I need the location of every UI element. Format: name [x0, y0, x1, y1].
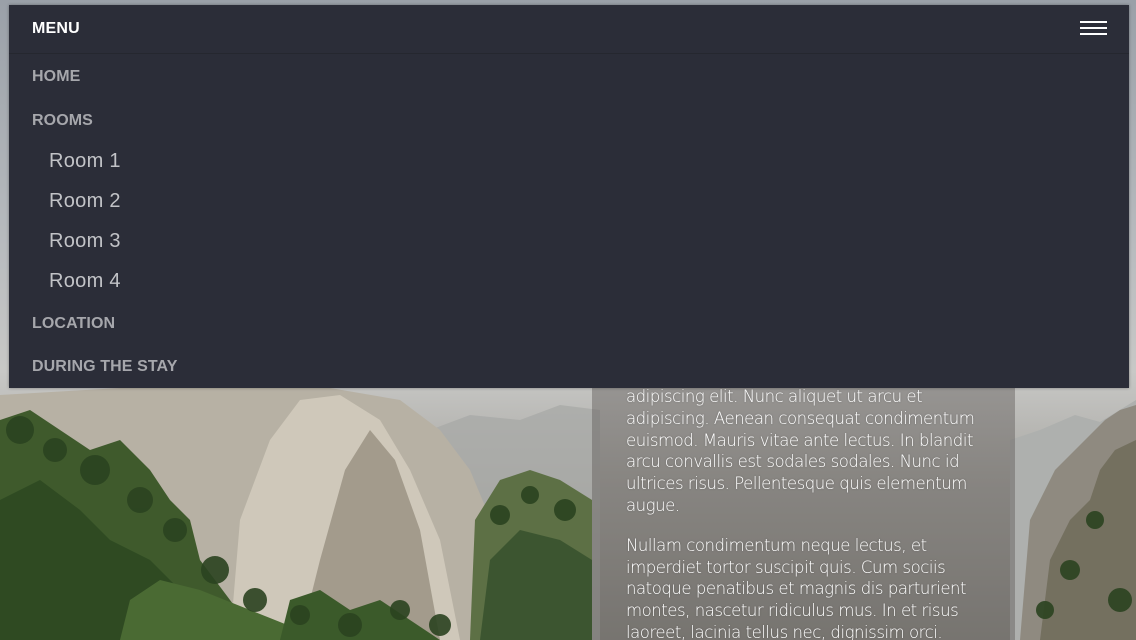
menu-title: MENU [32, 20, 80, 37]
nav-item-rooms[interactable]: ROOMS [32, 112, 93, 130]
sub-item-room-2[interactable]: Room 2 [49, 190, 121, 213]
sub-item-room-1[interactable]: Room 1 [49, 150, 121, 173]
sub-item-room-3[interactable]: Room 3 [49, 230, 121, 253]
menu-header: MENU [9, 5, 1129, 54]
content-paragraph: adipiscing elit. Nunc aliquet ut arcu et… [626, 387, 975, 515]
hamburger-menu-icon[interactable] [1080, 21, 1107, 38]
navigation-menu: MENU HOME ROOMS Room 1 Room 2 Room 3 Roo… [9, 5, 1129, 388]
content-panel: adipiscing elit. Nunc aliquet ut arcu et… [592, 387, 1015, 640]
sub-item-room-4[interactable]: Room 4 [49, 270, 121, 293]
nav-item-during-the-stay[interactable]: DURING THE STAY [32, 358, 178, 376]
nav-item-location[interactable]: LOCATION [32, 315, 115, 333]
content-paragraph: Nullam condimentum neque lectus, et impe… [626, 535, 967, 640]
nav-item-home[interactable]: HOME [32, 68, 80, 86]
